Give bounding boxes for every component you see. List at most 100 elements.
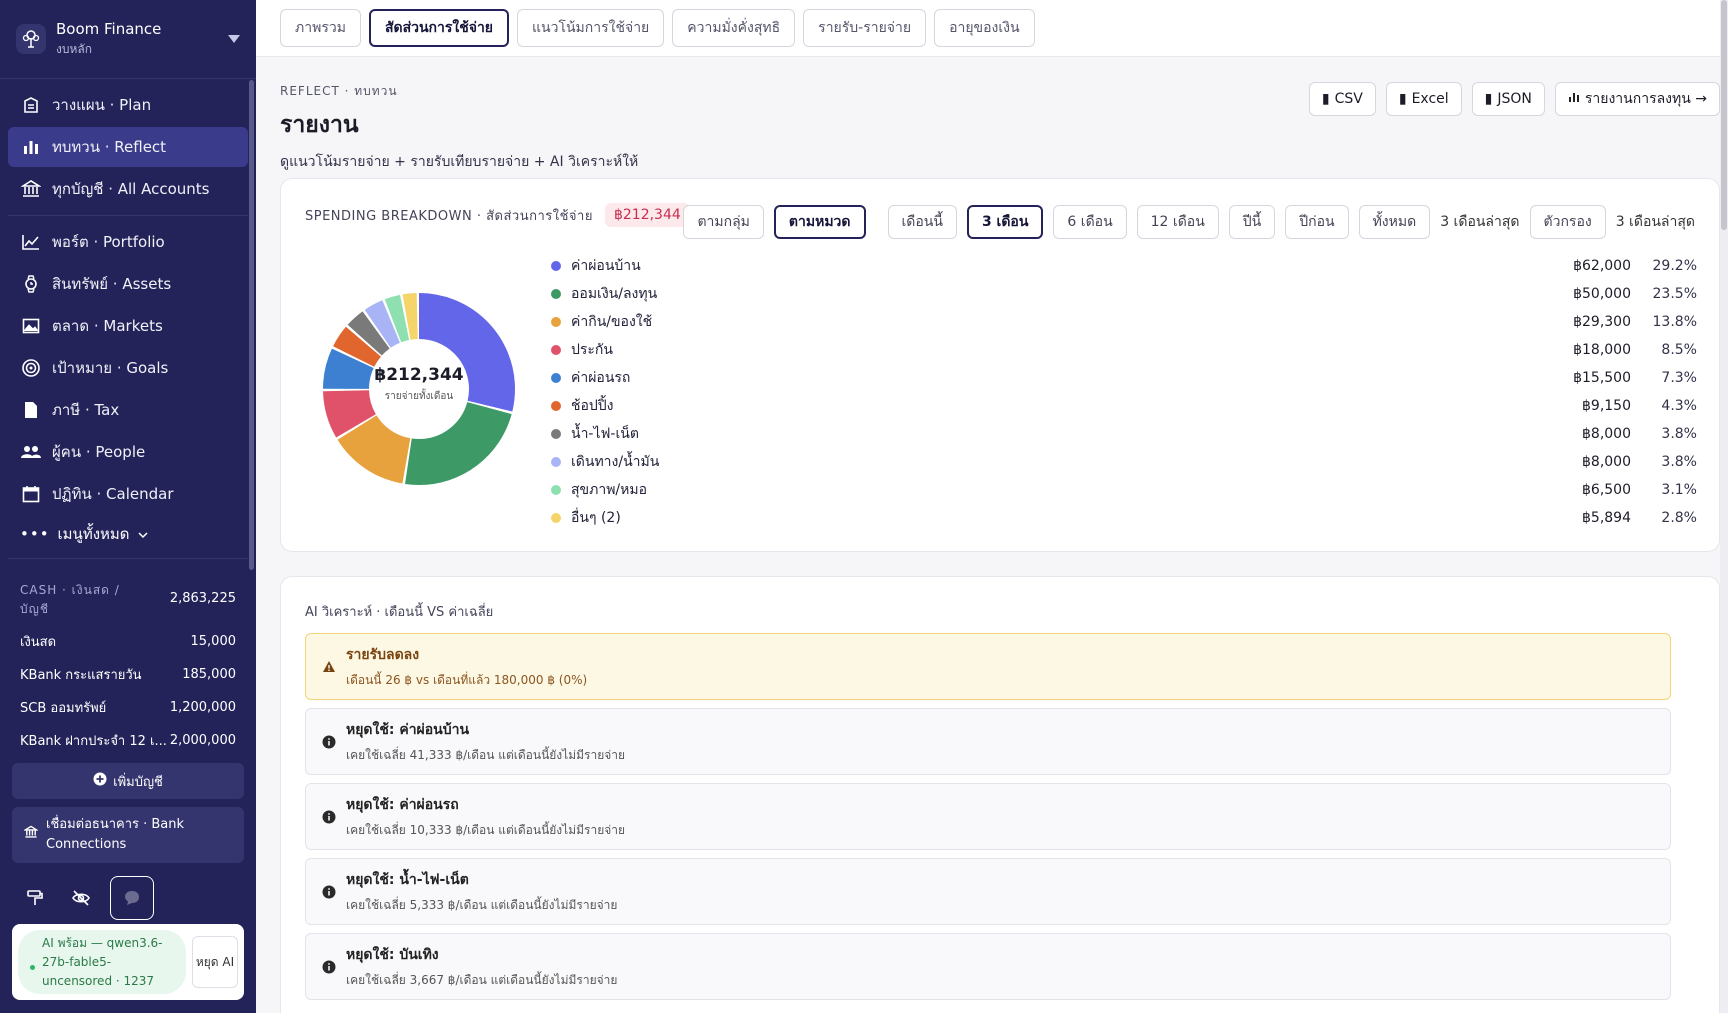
period-this-month[interactable]: เดือนนี้ — [887, 205, 957, 239]
cash-account-row[interactable]: เงินสด 15,000 — [20, 625, 236, 658]
group-by-group-button[interactable]: ตามกลุ่ม — [683, 205, 764, 239]
bar-chart-icon — [20, 136, 42, 158]
cash-account-row[interactable]: KBank กระแสรายวัน 185,000 — [20, 658, 236, 691]
nav-item-goals[interactable]: เป้าหมาย · Goals — [8, 348, 248, 388]
chat-icon[interactable] — [110, 876, 154, 920]
alert-income-drop[interactable]: รายรับลดลง เดือนนี้ 26 ฿ vs เดือนที่แล้ว … — [305, 633, 1671, 700]
tab-spending-breakdown[interactable]: สัดส่วนการใช้จ่าย — [368, 9, 510, 47]
legend-category: เดินทาง/น้ำมัน — [571, 454, 660, 470]
legend-amount: ฿6,500 — [1582, 482, 1631, 498]
legend-percent: 8.5% — [1661, 342, 1697, 358]
account-name: KBank ฝากประจำ 12 เ... — [20, 734, 167, 749]
legend-row[interactable]: ค่ากิน/ของใช้ ฿29,300 13.8% — [551, 308, 1697, 336]
nav-label: เป้าหมาย · Goals — [52, 359, 169, 377]
sidebar-scrollbar[interactable] — [249, 80, 254, 570]
legend-row[interactable]: ช้อปปิ้ง ฿9,150 4.3% — [551, 392, 1697, 420]
period-all[interactable]: ทั้งหมด — [1358, 205, 1431, 239]
eye-off-icon[interactable] — [64, 881, 98, 915]
add-account-label: เพิ่มบัญชี — [113, 774, 163, 790]
tab-overview[interactable]: ภาพรวม — [280, 9, 361, 47]
alert-detail: เคยใช้เฉลี่ย 3,667 ฿/เดือน แต่เดือนนี้ยั… — [346, 972, 618, 987]
bank-icon — [20, 178, 42, 200]
period-last-year[interactable]: ปีก่อน — [1285, 205, 1349, 239]
nav-item-all-accounts[interactable]: ทุกบัญชี · All Accounts — [8, 169, 248, 209]
stop-ai-button[interactable]: หยุด AI — [192, 936, 238, 988]
sidebar-tools — [18, 876, 154, 920]
alert-stopped-spending[interactable]: หยุดใช้: ค่าผ่อนรถ เคยใช้เฉลี่ย 10,333 ฿/… — [305, 783, 1671, 850]
more-dots-icon: ••• — [20, 525, 50, 543]
period-12-months[interactable]: 12 เดือน — [1136, 205, 1219, 239]
nav-label: ตลาด · Markets — [52, 317, 163, 335]
all-menus-toggle[interactable]: ••• เมนูทั้งหมด — [8, 516, 248, 552]
tab-net-worth[interactable]: ความมั่งคั่งสุทธิ — [672, 9, 796, 47]
account-name: KBank กระแสรายวัน — [20, 668, 142, 683]
nav-item-tax[interactable]: ภาษี · Tax — [8, 390, 248, 430]
legend-amount: ฿8,000 — [1582, 454, 1631, 470]
alert-stopped-spending[interactable]: หยุดใช้: ค่าผ่อนบ้าน เคยใช้เฉลี่ย 41,333 … — [305, 708, 1671, 775]
nav-item-plan[interactable]: วางแผน · Plan — [8, 85, 248, 125]
group-by-category-button[interactable]: ตามหมวด — [773, 205, 866, 239]
info-icon — [322, 810, 336, 824]
tree-logo-icon — [16, 24, 46, 54]
alert-stopped-spending[interactable]: หยุดใช้: น้ำ-ไฟ-เน็ต เคยใช้เฉลี่ย 5,333 ฿… — [305, 858, 1671, 925]
image-icon — [20, 315, 42, 337]
ai-status-panel: AI พร้อม — qwen3.6-27b-fable5-uncensored… — [12, 924, 244, 1000]
cash-account-row[interactable]: SCB ออมทรัพย์ 1,200,000 — [20, 691, 236, 724]
tab-spending-trend[interactable]: แนวโน้มการใช้จ่าย — [517, 9, 665, 47]
nav-item-reflect[interactable]: ทบทวน · Reflect — [8, 127, 248, 167]
paint-roller-icon[interactable] — [18, 881, 52, 915]
alert-title: หยุดใช้: ค่าผ่อนรถ — [346, 796, 459, 813]
legend-amount: ฿50,000 — [1573, 286, 1631, 302]
investment-report-button[interactable]: รายงานการลงทุน → — [1554, 82, 1720, 116]
page-scrollbar[interactable] — [1720, 0, 1728, 1013]
donut-chart: ฿212,344 รายจ่ายทั้งเดือน — [321, 291, 517, 487]
export-excel-button[interactable]: ▮ Excel — [1385, 82, 1462, 116]
tab-income-expense[interactable]: รายรับ-รายจ่าย — [803, 9, 927, 47]
period-6-months[interactable]: 6 เดือน — [1053, 205, 1127, 239]
bank-connections-label: เชื่อมต่อธนาคาร · Bank Connections — [46, 817, 185, 852]
nav-item-markets[interactable]: ตลาด · Markets — [8, 306, 248, 346]
export-csv-button[interactable]: ▮ CSV — [1308, 82, 1376, 116]
nav-item-calendar[interactable]: ปฏิทิน · Calendar — [8, 474, 248, 514]
alert-stopped-spending[interactable]: หยุดใช้: บันเทิง เคยใช้เฉลี่ย 3,667 ฿/เดื… — [305, 933, 1671, 1000]
page-scrollbar-thumb[interactable] — [1721, 0, 1727, 230]
nav-item-people[interactable]: ผู้คน · People — [8, 432, 248, 472]
legend-row[interactable]: สุขภาพ/หมอ ฿6,500 3.1% — [551, 476, 1697, 504]
export-label: JSON — [1497, 91, 1532, 107]
document-icon — [20, 399, 42, 421]
export-json-button[interactable]: ▮ JSON — [1471, 82, 1545, 116]
export-actions: ▮ CSV ▮ Excel ▮ JSON รายงานการลงทุน → — [1308, 82, 1720, 116]
legend-row[interactable]: ออมเงิน/ลงทุน ฿50,000 23.5% — [551, 280, 1697, 308]
brand-switcher[interactable]: Boom Finance งบหลัก — [0, 0, 256, 79]
legend-amount: ฿9,150 — [1582, 398, 1631, 414]
investment-report-label: รายงานการลงทุน → — [1584, 91, 1707, 107]
alert-detail: เคยใช้เฉลี่ย 5,333 ฿/เดือน แต่เดือนนี้ยั… — [346, 897, 618, 912]
legend-row[interactable]: ค่าผ่อนรถ ฿15,500 7.3% — [551, 364, 1697, 392]
bank-connections-button[interactable]: เชื่อมต่อธนาคาร · Bank Connections — [12, 807, 244, 863]
legend-row[interactable]: ประกัน ฿18,000 8.5% — [551, 336, 1697, 364]
breakdown-filters: ตามกลุ่ม ตามหมวด เดือนนี้ 3 เดือน 6 เดือ… — [683, 205, 1695, 239]
donut-center: ฿212,344 รายจ่ายทั้งเดือน — [321, 365, 517, 404]
account-name: เงินสด — [20, 635, 57, 650]
legend-category: น้ำ-ไฟ-เน็ต — [571, 426, 639, 442]
nav-item-assets[interactable]: สินทรัพย์ · Assets — [8, 264, 248, 304]
filter-button[interactable]: ตัวกรอง — [1529, 205, 1606, 239]
legend-category: ออมเงิน/ลงทุน — [571, 286, 658, 302]
cash-account-row[interactable]: KBank ฝากประจำ 12 เ... 2,000,000 — [20, 724, 236, 757]
alert-title: หยุดใช้: ค่าผ่อนบ้าน — [346, 721, 470, 738]
legend-category: ประกัน — [571, 342, 613, 358]
tab-age-of-money[interactable]: อายุของเงิน — [934, 9, 1035, 47]
legend-category: สุขภาพ/หมอ — [571, 482, 648, 498]
nav-item-portfolio[interactable]: พอร์ต · Portfolio — [8, 222, 248, 262]
period-3-months[interactable]: 3 เดือน — [966, 205, 1044, 239]
legend-row[interactable]: ค่าผ่อนบ้าน ฿62,000 29.2% — [551, 252, 1697, 280]
legend-row[interactable]: อื่นๆ (2) ฿5,894 2.8% — [551, 504, 1697, 532]
add-account-button[interactable]: เพิ่มบัญชี — [12, 763, 244, 799]
sidebar: Boom Finance งบหลัก วางแผน · Plan ทบทวน … — [0, 0, 256, 1013]
breadcrumb: REFLECT · ทบทวน — [280, 84, 398, 98]
export-label: Excel — [1411, 91, 1449, 107]
legend-row[interactable]: เดินทาง/น้ำมัน ฿8,000 3.8% — [551, 448, 1697, 476]
legend-row[interactable]: น้ำ-ไฟ-เน็ต ฿8,000 3.8% — [551, 420, 1697, 448]
page-subtitle: ดูแนวโน้มรายจ่าย + รายรับเทียบรายจ่าย + … — [280, 154, 639, 170]
period-this-year[interactable]: ปีนี้ — [1228, 205, 1276, 239]
